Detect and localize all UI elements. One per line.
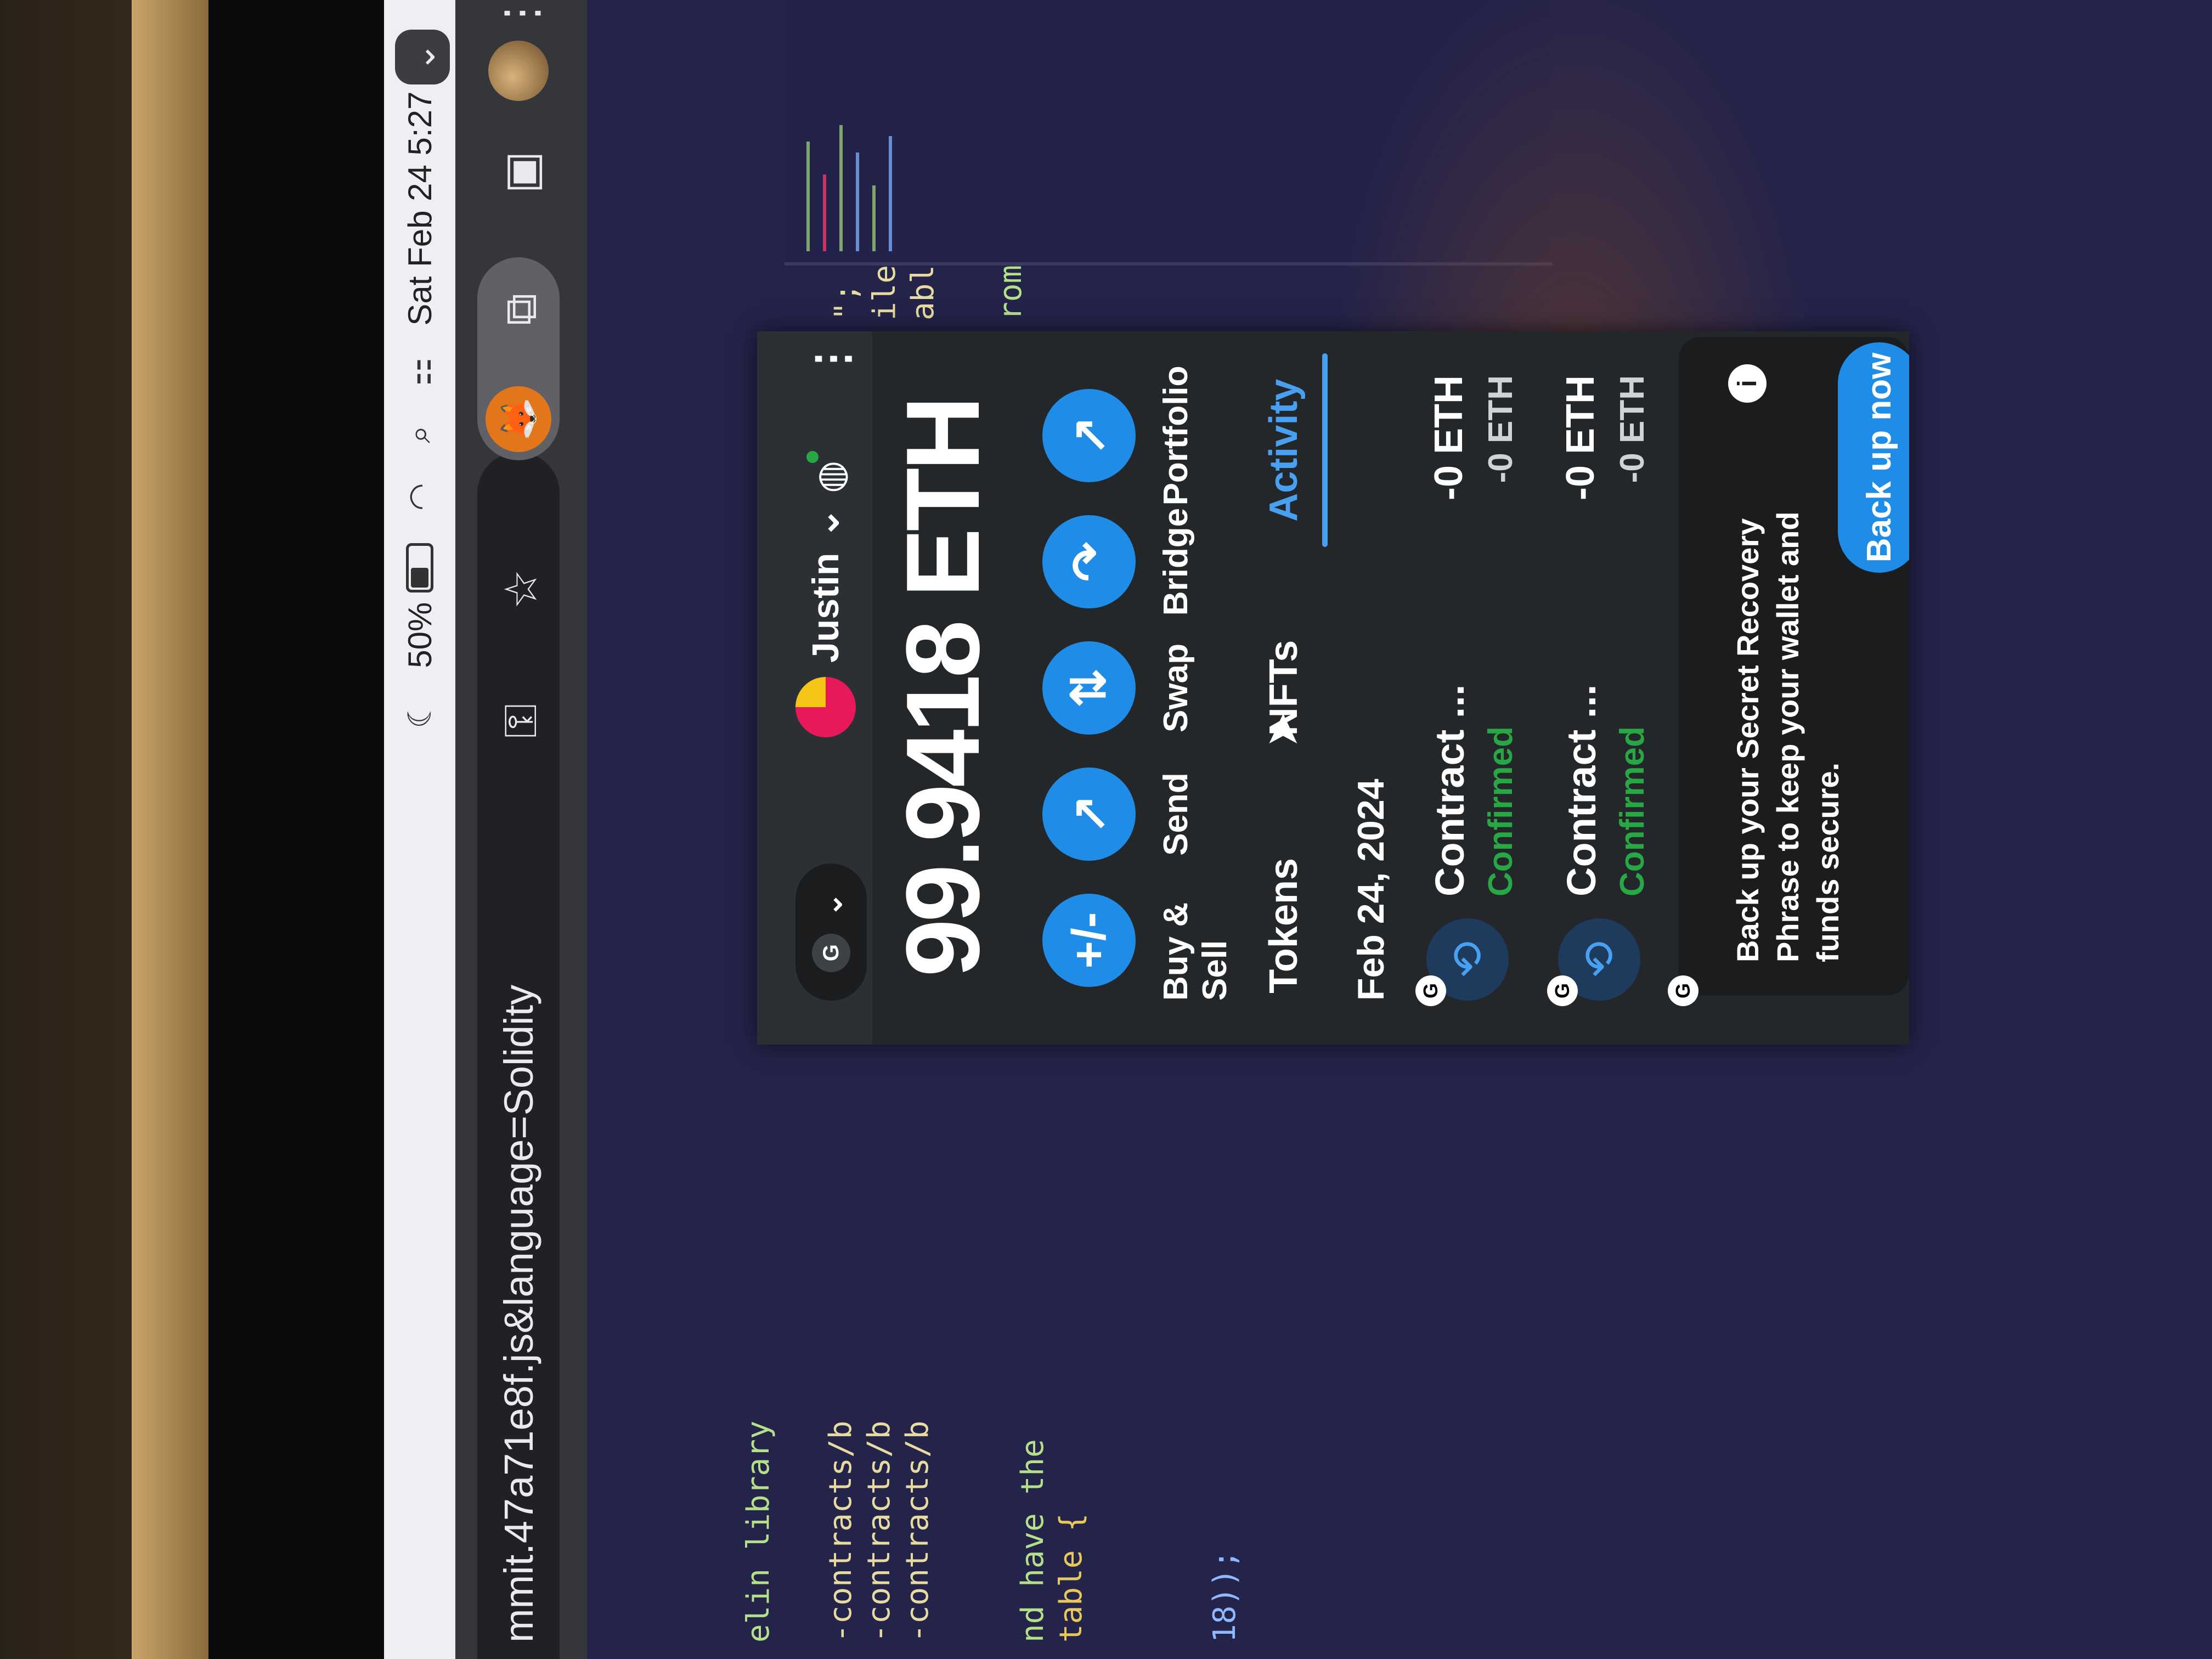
transaction-amount-secondary: -0 ETH [1613,375,1651,483]
metamask-header: G ⌄ Justin ⌄ ◍ ⋮ [757,331,872,1045]
transaction-amount: -0 ETH [1427,375,1471,501]
account-avatar [795,677,856,737]
backup-reminder-text: Back up your Secret Recovery Phrase to k… [1730,511,1845,962]
transaction-row[interactable]: ⟲ G Contract ... Confirmed -0 ETH -0 ETH [1415,375,1542,1006]
key-icon[interactable]: ⚿ [494,693,549,748]
code-line: table { [1053,1513,1089,1643]
network-badge: G [1668,975,1699,1006]
activity-date: Feb 24, 2024 [1350,778,1392,1001]
bridge-arc-icon: ↷ [1042,515,1136,608]
bookmark-star-icon[interactable]: ☆ [494,562,549,617]
control-center-icon[interactable]: ⚏ [402,356,438,388]
photo-scene: ☾ 50% ◠ ⌕ ⚏ Sat Feb 24 5:27 PM ⌄ mmit.47… [0,0,2212,1659]
back-up-now-button[interactable]: Back up now [1838,342,1909,573]
portfolio-button[interactable]: ↗ Portfolio [1042,366,1234,505]
code-line: elin library [741,1420,776,1643]
code-line: -contracts/b [900,1420,935,1643]
plus-minus-icon: +/- [1042,894,1136,987]
code-line: 18)); [1207,1550,1243,1643]
tab-tokens[interactable]: Tokens [1240,807,1328,1045]
action-buttons: +/- Buy & Sell ↗ Send ⇅ Swap ↷ Bridge ↗ … [1042,366,1234,1001]
chevron-down-icon: ⌄ [815,892,848,917]
code-editor-background: elin library -contracts/b -contracts/b -… [587,0,2212,1659]
action-label: Portfolio [1157,365,1195,506]
kebab-menu-icon[interactable]: ⋮ [806,337,857,381]
mouse-pointer-icon: ➤ [1257,711,1306,748]
transaction-title: Contract ... [1427,684,1472,896]
network-icon: G [812,933,850,972]
action-label: Bridge [1157,507,1195,616]
backup-reminder-card: G Back up your Secret Recovery Phrase to… [1668,337,1909,1006]
account-name: Justin [805,552,847,663]
battery-percent: 50% [401,602,438,668]
network-badge: G [1415,975,1446,1006]
metamask-popup: G ⌄ Justin ⌄ ◍ ⋮ 99.9418 ETH +/- Buy & S… [757,331,1909,1045]
code-line: -contracts/b [823,1420,859,1643]
action-label: Buy & Sell [1157,902,1234,1001]
battery-icon [406,543,433,592]
moon-icon[interactable]: ☾ [402,698,438,731]
balance-display: 99.9418 ETH [885,399,1001,977]
transaction-status: Confirmed [1613,726,1651,896]
swap-arrows-icon: ⇅ [1042,641,1136,735]
info-icon[interactable]: i [1728,364,1767,403]
swap-button[interactable]: ⇅ Swap [1042,628,1234,748]
chart-trend-icon: ↗ [1042,389,1136,482]
action-label: Send [1157,772,1195,856]
chevron-down-icon: ⌄ [804,507,847,539]
profile-avatar[interactable] [488,41,549,101]
code-line: nd have the [1015,1439,1051,1643]
browser-toolbar: ⌄ mmit.47a71e8f.js&language=Solidity ⚿ ☆… [395,0,587,1659]
laptop-bezel [208,0,384,1659]
tab-search-chevron-icon[interactable]: ⌄ [395,30,450,84]
metamask-fox-icon[interactable]: 🦊 [486,386,551,452]
transaction-status: Confirmed [1482,726,1520,896]
transaction-row[interactable]: ⟲ G Contract ... Confirmed -0 ETH -0 ETH [1547,375,1673,1006]
transaction-amount-secondary: -0 ETH [1482,375,1520,483]
network-picker[interactable]: G ⌄ [795,864,867,1001]
asset-tabs: Tokens NFTs Activity [1240,331,1328,1045]
tab-nfts[interactable]: NFTs [1240,569,1328,806]
code-line: -contracts/b [861,1420,897,1643]
wifi-icon[interactable]: ◠ [402,481,438,514]
transaction-amount: -0 ETH [1559,375,1602,501]
connected-status-dot [806,451,819,463]
macos-menubar: ☾ 50% ◠ ⌕ ⚏ Sat Feb 24 5:27 PM [384,0,455,1659]
desk-edge [132,0,208,1659]
address-bar-url: mmit.47a71e8f.js&language=Solidity [495,984,541,1643]
battery-status[interactable]: 50% [401,543,439,668]
transaction-title: Contract ... [1559,684,1604,896]
spotlight-search-icon[interactable]: ⌕ [402,418,437,451]
laptop-screen: ☾ 50% ◠ ⌕ ⚏ Sat Feb 24 5:27 PM ⌄ mmit.47… [384,0,2212,1659]
extensions-puzzle-icon[interactable]: ⧉ [494,282,549,337]
arrow-up-right-icon: ↗ [1042,768,1136,861]
code-line: "; [828,283,864,320]
send-button[interactable]: ↗ Send [1042,754,1234,874]
bridge-button[interactable]: ↷ Bridge [1042,501,1234,622]
tab-activity[interactable]: Activity [1240,331,1328,569]
address-bar[interactable]: mmit.47a71e8f.js&language=Solidity [477,452,560,1659]
chrome-menu-icon[interactable]: ⋮ [494,0,549,41]
buy-sell-button[interactable]: +/- Buy & Sell [1042,880,1234,1001]
account-picker[interactable]: Justin ⌄ [795,507,856,737]
side-panel-icon[interactable]: ▣ [494,145,549,200]
action-label: Swap [1157,644,1195,732]
network-badge: G [1547,975,1578,1006]
